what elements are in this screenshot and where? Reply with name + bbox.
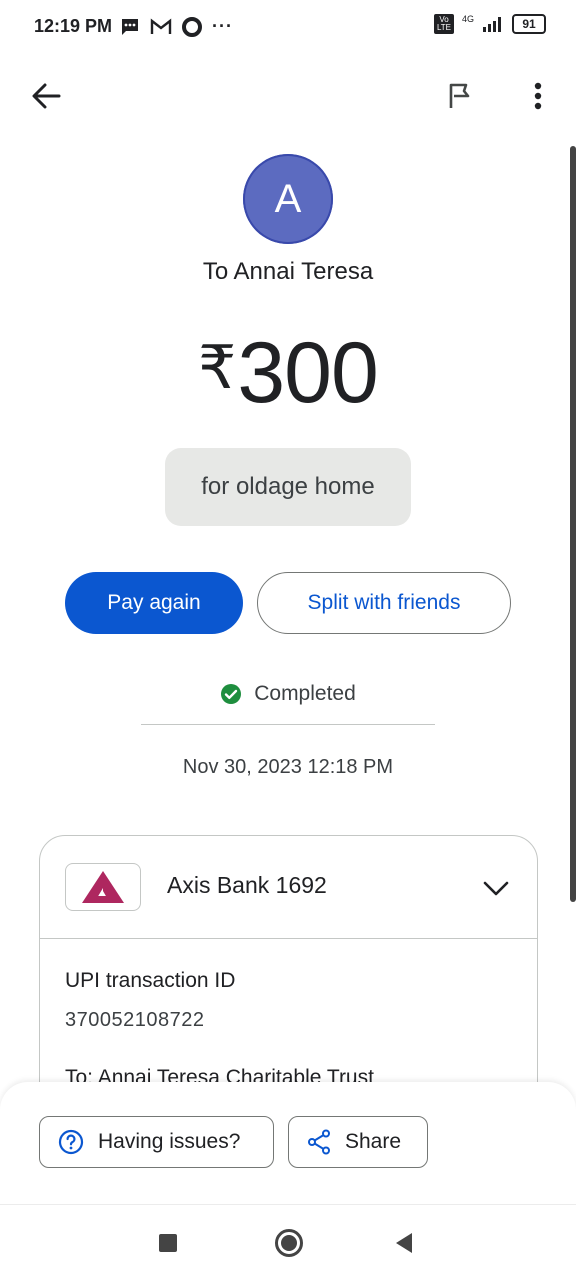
share-button[interactable]: Share	[288, 1116, 428, 1168]
opera-icon	[182, 16, 202, 37]
payment-amount: ₹300	[0, 324, 576, 423]
volte-icon: Vo LTE	[433, 14, 454, 34]
status-bar: 12:19 PM ··· Vo LTE 4G 91	[0, 0, 576, 56]
more-options-button[interactable]	[518, 76, 558, 116]
status-divider	[141, 724, 435, 725]
having-issues-label: Having issues?	[98, 1130, 241, 1153]
arrow-left-icon	[32, 83, 61, 109]
more-notifications-icon: ···	[212, 16, 233, 36]
axis-logo-icon	[82, 871, 124, 903]
signal-icon	[483, 17, 501, 32]
notification-icons: ···	[120, 16, 233, 37]
currency-symbol: ₹	[198, 334, 236, 401]
axis-bank-logo	[65, 863, 141, 911]
check-circle-icon	[221, 684, 242, 704]
battery-icon: 91	[512, 14, 546, 34]
having-issues-button[interactable]: Having issues?	[39, 1116, 274, 1168]
system-back-button[interactable]	[384, 1223, 424, 1263]
gmail-icon	[150, 18, 172, 34]
circle-home-icon	[275, 1229, 303, 1257]
back-button[interactable]	[26, 76, 66, 116]
chevron-down-icon	[483, 881, 509, 896]
amount-value: 300	[237, 325, 378, 421]
home-button[interactable]	[267, 1221, 311, 1265]
payment-note: for oldage home	[165, 448, 411, 526]
flag-icon	[449, 83, 470, 108]
bank-account-name: Axis Bank 1692	[167, 872, 327, 898]
card-divider	[40, 938, 537, 939]
payment-status: Completed	[0, 682, 576, 706]
system-icons: Vo LTE 4G 91	[433, 14, 546, 34]
square-icon	[159, 1234, 177, 1252]
pay-again-button[interactable]: Pay again	[65, 572, 243, 634]
recipient-avatar: A	[243, 154, 333, 244]
split-with-friends-button[interactable]: Split with friends	[257, 572, 511, 634]
status-time: 12:19 PM	[34, 16, 113, 36]
more-vert-icon	[534, 82, 542, 110]
status-text: Completed	[254, 682, 356, 705]
expand-bank-details-button[interactable]	[476, 870, 516, 906]
share-label: Share	[345, 1130, 402, 1153]
share-icon	[308, 1129, 330, 1155]
transaction-datetime: Nov 30, 2023 12:18 PM	[182, 756, 394, 778]
upi-transaction-id-label: UPI transaction ID	[65, 969, 236, 992]
recipient-name: To Annai Teresa	[202, 258, 374, 285]
network-type: 4G	[461, 14, 474, 24]
help-circle-icon	[58, 1129, 84, 1155]
system-navigation-bar	[0, 1204, 576, 1281]
recents-button[interactable]	[148, 1223, 188, 1263]
report-button[interactable]	[440, 76, 480, 116]
upi-transaction-id-value: 370052108722	[65, 1009, 205, 1031]
battery-level: 91	[522, 17, 536, 31]
triangle-back-icon	[396, 1233, 412, 1253]
message-icon	[122, 18, 138, 35]
